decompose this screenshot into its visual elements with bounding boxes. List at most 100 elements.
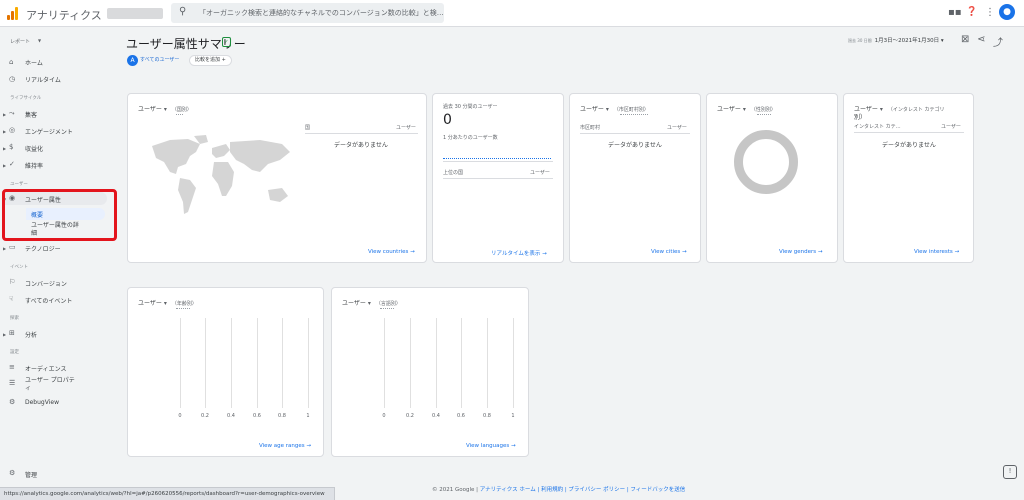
- admin-gear-icon[interactable]: ⚙: [9, 469, 15, 477]
- dropdown-icon[interactable]: ▾: [368, 300, 371, 307]
- metric-selector[interactable]: ユーザー: [717, 106, 741, 113]
- column-header-users[interactable]: ユーザー: [941, 123, 961, 130]
- tech-icon: ▭: [9, 243, 16, 251]
- date-range-picker[interactable]: 過去 30 日間 1月3日～2021年1月30日 ▾: [848, 36, 944, 44]
- card-title[interactable]: ユーザー ▾ （国別）: [138, 104, 192, 113]
- app-title[interactable]: アナリティクス: [26, 7, 102, 23]
- sidebar-item-audiences[interactable]: オーディエンス: [25, 364, 66, 373]
- column-header-users[interactable]: ユーザー: [396, 124, 416, 131]
- metric-selector[interactable]: ユーザー: [342, 300, 366, 307]
- card-title[interactable]: ユーザー ▾ （市区町村別）: [580, 104, 649, 113]
- gridline: [282, 318, 283, 408]
- segment-chip-all-users[interactable]: A すべてのユーザー: [127, 55, 179, 66]
- column-header-users[interactable]: ユーザー: [667, 124, 687, 131]
- expand-arrow-icon[interactable]: ▶: [3, 332, 6, 337]
- feedback-icon[interactable]: !: [1003, 465, 1017, 479]
- divider: [443, 161, 553, 162]
- debug-icon: ⚙: [9, 398, 16, 406]
- sidebar-item-engagement[interactable]: エンゲージメント: [25, 127, 73, 136]
- view-interests-link[interactable]: View interests →: [914, 249, 959, 255]
- no-data-text: データがありません: [882, 142, 936, 149]
- expand-arrow-icon[interactable]: ▶: [3, 163, 6, 168]
- view-countries-link[interactable]: View countries →: [368, 249, 415, 255]
- audience-icon: ≡: [9, 363, 15, 371]
- section-config: 設定: [10, 350, 19, 355]
- expand-arrow-icon[interactable]: ▶: [3, 146, 6, 151]
- view-age-ranges-link[interactable]: View age ranges →: [259, 443, 311, 449]
- sidebar-item-acquisition[interactable]: 集客: [25, 110, 37, 119]
- sidebar-item-debugview[interactable]: DebugView: [25, 399, 59, 406]
- chevron-down-icon: ▾: [940, 38, 944, 44]
- sidebar-item-retention[interactable]: 維持率: [25, 161, 43, 170]
- insights-icon[interactable]: ⤴: [993, 34, 1003, 49]
- divider: [305, 133, 418, 134]
- page-footer: © 2021 Google | アナリティクス ホーム | 利用規約 | プライ…: [432, 485, 685, 493]
- dimension-label: （インタレスト カテゴリ: [887, 107, 945, 113]
- card-city: ユーザー ▾ （市区町村別） 市区町村 ユーザー データがありません View ci…: [569, 93, 701, 263]
- dropdown-icon[interactable]: ▾: [164, 106, 167, 113]
- card-title[interactable]: ユーザー ▾ （インタレスト カテゴリ: [854, 104, 945, 113]
- sidebar-item-user-props[interactable]: ユーザー プロパティ: [25, 377, 75, 393]
- view-genders-link[interactable]: View genders →: [779, 249, 823, 255]
- sidebar-item-all-events[interactable]: すべてのイベント: [25, 296, 72, 305]
- chevron-down-icon[interactable]: ▼: [38, 38, 41, 43]
- more-icon[interactable]: ⋮: [985, 7, 995, 18]
- help-icon[interactable]: ❓: [966, 7, 977, 17]
- realtime-value: 0: [443, 112, 452, 128]
- dimension-label: （年齢別）: [171, 301, 197, 307]
- tick-label: 0.6: [253, 413, 261, 419]
- analytics-logo[interactable]: [7, 7, 19, 20]
- customize-report-icon[interactable]: ⊠: [961, 34, 969, 45]
- sidebar-item-realtime[interactable]: リアルタイム: [25, 75, 61, 84]
- sidebar-item-analysis[interactable]: 分析: [25, 330, 37, 339]
- column-header-city[interactable]: 市区町村: [580, 124, 600, 131]
- expand-arrow-icon[interactable]: ▶: [3, 246, 6, 251]
- share-icon[interactable]: ⋖: [977, 34, 985, 45]
- sidebar-item-home[interactable]: ホーム: [25, 58, 43, 67]
- search-box[interactable]: ⚲ 「オーガニック検索と連絡的なチャネルでのコンバージョン数の比較」と検…: [171, 3, 444, 23]
- column-header-country[interactable]: 国: [305, 124, 310, 131]
- column-header-interest[interactable]: インタレスト カテ…: [854, 123, 901, 130]
- card-title[interactable]: ユーザー ▾ （年齢別）: [138, 298, 197, 307]
- tick-label: 0.2: [201, 413, 209, 419]
- expand-arrow-icon[interactable]: ▶: [3, 129, 6, 134]
- view-cities-link[interactable]: View cities →: [651, 249, 687, 255]
- edit-title-icon[interactable]: ✓: [222, 37, 231, 47]
- dropdown-icon[interactable]: ▾: [606, 106, 609, 113]
- gridline: [487, 318, 488, 408]
- sidebar-item-admin[interactable]: 管理: [25, 470, 37, 479]
- card-title[interactable]: ユーザー ▾ （言語別）: [342, 298, 401, 307]
- footer-links[interactable]: アナリティクス ホーム | 利用規約 | プライバシー ポリシー | フィードバ…: [480, 487, 686, 493]
- gridline: [205, 318, 206, 408]
- metric-selector[interactable]: ユーザー: [580, 106, 604, 113]
- column-header-top-country: 上位の国: [443, 170, 464, 176]
- avatar-icon[interactable]: ●: [999, 4, 1015, 20]
- analysis-icon: ⊞: [9, 329, 15, 337]
- card-title[interactable]: ユーザー ▾ （性別別）: [717, 104, 776, 113]
- dimension-label-cont: 別）: [854, 114, 867, 121]
- account-selector[interactable]: [107, 8, 163, 19]
- dropdown-icon[interactable]: ▾: [880, 106, 883, 113]
- sidebar-item-monetization[interactable]: 収益化: [25, 144, 43, 153]
- tick-label: 0.4: [432, 413, 440, 419]
- apps-grid-icon[interactable]: ▪▪: [948, 7, 962, 18]
- metric-selector[interactable]: ユーザー: [138, 106, 162, 113]
- realtime-sub: 1 分あたりのユーザー数: [443, 135, 498, 141]
- dropdown-icon[interactable]: ▾: [743, 106, 746, 113]
- top-bar: アナリティクス ⚲ 「オーガニック検索と連絡的なチャネルでのコンバージョン数の比…: [0, 0, 1024, 27]
- reports-label[interactable]: レポート: [10, 38, 30, 45]
- acquisition-icon: ⤳: [9, 109, 15, 117]
- dimension-label: （言語別）: [375, 301, 401, 307]
- expand-arrow-icon[interactable]: ▶: [3, 112, 6, 117]
- add-comparison-button[interactable]: 比較を追加 +: [189, 55, 232, 66]
- view-realtime-link[interactable]: リアルタイムを表示 →: [491, 249, 547, 257]
- search-input[interactable]: 「オーガニック検索と連絡的なチャネルでのコンバージョン数の比較」と検…: [199, 8, 444, 18]
- view-languages-link[interactable]: View languages →: [466, 443, 516, 449]
- sidebar-item-conversions[interactable]: コンバージョン: [25, 279, 67, 288]
- chip-label: すべてのユーザー: [140, 57, 180, 63]
- card-gender: ユーザー ▾ （性別別） View genders →: [706, 93, 838, 263]
- gridline: [180, 318, 181, 408]
- dropdown-icon[interactable]: ▾: [164, 300, 167, 307]
- metric-selector[interactable]: ユーザー: [138, 300, 162, 307]
- sidebar-item-tech[interactable]: テクノロジー: [25, 244, 61, 253]
